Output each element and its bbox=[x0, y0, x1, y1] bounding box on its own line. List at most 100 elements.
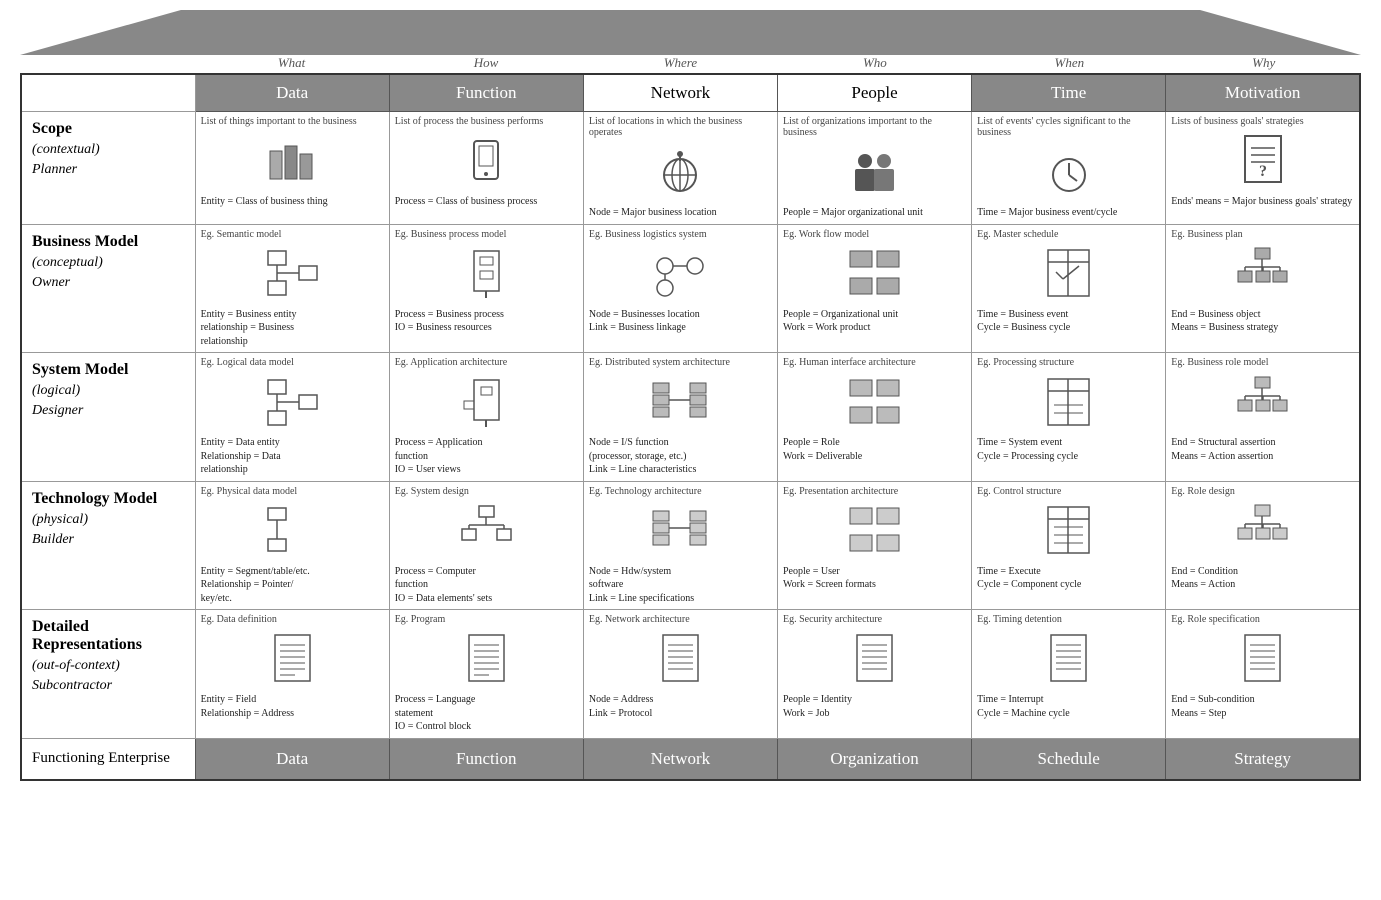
row-3: Technology Model (physical) Builder Eg. … bbox=[21, 481, 1360, 610]
eg-label-r2-c4: Eg. Processing structure bbox=[977, 357, 1160, 368]
eg-label-r3-c5: Eg. Role design bbox=[1171, 486, 1354, 497]
icon-area-r0-c2 bbox=[589, 142, 772, 202]
roof bbox=[20, 10, 1361, 55]
col-header-time: Time bbox=[972, 74, 1166, 112]
col-label-where: Where bbox=[583, 55, 777, 73]
desc-text-r0-c3: People = Major organizational unit bbox=[783, 206, 966, 220]
bottom-cell-2: Network bbox=[583, 738, 777, 780]
col-label-when: When bbox=[972, 55, 1166, 73]
icon-area-r2-c0 bbox=[201, 372, 384, 432]
cell-r0-c5: Lists of business goals' strategies ? En… bbox=[1166, 112, 1360, 225]
cell-r0-c4: List of events' cycles significant to th… bbox=[972, 112, 1166, 225]
eg-label-r1-c4: Eg. Master schedule bbox=[977, 229, 1160, 240]
eg-label-r0-c3: List of organizations important to the b… bbox=[783, 116, 966, 138]
desc-text-r4-c4: Time = InterruptCycle = Machine cycle bbox=[977, 693, 1160, 720]
eg-label-r2-c2: Eg. Distributed system architecture bbox=[589, 357, 772, 368]
row-2: System Model (logical) Designer Eg. Logi… bbox=[21, 353, 1360, 482]
col-header-network: Network bbox=[583, 74, 777, 112]
desc-text-r3-c2: Node = Hdw/systemsoftwareLink = Line spe… bbox=[589, 565, 772, 606]
row-label-3: Technology Model (physical) Builder bbox=[21, 481, 195, 610]
desc-text-r2-c0: Entity = Data entityRelationship = Datar… bbox=[201, 436, 384, 477]
row-title-4: Detailed Representations bbox=[32, 618, 185, 654]
row-sub-3: (physical) bbox=[32, 512, 185, 528]
icon-area-r4-c4 bbox=[977, 629, 1160, 689]
col-header-motivation: Motivation bbox=[1166, 74, 1360, 112]
col-label-how: How bbox=[389, 55, 583, 73]
cell-r2-c3: Eg. Human interface architecture People … bbox=[777, 353, 971, 482]
bottom-cell-3: Organization bbox=[777, 738, 971, 780]
cell-r0-c1: List of process the business performs Pr… bbox=[389, 112, 583, 225]
icon-area-r3-c1 bbox=[395, 501, 578, 561]
cell-r1-c4: Eg. Master schedule Time = Business even… bbox=[972, 224, 1166, 353]
icon-area-r4-c2 bbox=[589, 629, 772, 689]
icon-area-r4-c1 bbox=[395, 629, 578, 689]
cell-r3-c0: Eg. Physical data model Entity = Segment… bbox=[195, 481, 389, 610]
icon-area-r0-c5: ? bbox=[1171, 131, 1354, 191]
icon-area-r3-c5 bbox=[1171, 501, 1354, 561]
row-title-3: Technology Model bbox=[32, 490, 185, 508]
col-header-data: Data bbox=[195, 74, 389, 112]
icon-area-r3-c2 bbox=[589, 501, 772, 561]
row-4: Detailed Representations (out-of-context… bbox=[21, 610, 1360, 739]
desc-text-r2-c4: Time = System eventCycle = Processing cy… bbox=[977, 436, 1160, 463]
eg-label-r1-c2: Eg. Business logistics system bbox=[589, 229, 772, 240]
cell-r1-c3: Eg. Work flow model People = Organizatio… bbox=[777, 224, 971, 353]
row-title-1: Business Model bbox=[32, 233, 185, 251]
desc-text-r2-c2: Node = I/S function(processor, storage, … bbox=[589, 436, 772, 477]
icon-area-r2-c3 bbox=[783, 372, 966, 432]
eg-label-r4-c4: Eg. Timing detention bbox=[977, 614, 1160, 625]
row-label-4: Detailed Representations (out-of-context… bbox=[21, 610, 195, 739]
icon-area-r4-c5 bbox=[1171, 629, 1354, 689]
desc-text-r0-c1: Process = Class of business process bbox=[395, 195, 578, 209]
col-label-who: Who bbox=[778, 55, 972, 73]
eg-label-r2-c0: Eg. Logical data model bbox=[201, 357, 384, 368]
icon-area-r1-c5 bbox=[1171, 244, 1354, 304]
icon-area-r0-c1 bbox=[395, 131, 578, 191]
eg-label-r0-c1: List of process the business performs bbox=[395, 116, 578, 127]
eg-label-r2-c1: Eg. Application architecture bbox=[395, 357, 578, 368]
col-header-people: People bbox=[777, 74, 971, 112]
cell-r2-c4: Eg. Processing structure Time = System e… bbox=[972, 353, 1166, 482]
icon-area-r1-c3 bbox=[783, 244, 966, 304]
eg-label-r0-c5: Lists of business goals' strategies bbox=[1171, 116, 1354, 127]
row-role-4: Subcontractor bbox=[32, 678, 185, 694]
column-labels-row: What How Where Who When Why bbox=[194, 55, 1361, 73]
header-row: Data Function Network People Time Motiva… bbox=[21, 74, 1360, 112]
eg-label-r3-c0: Eg. Physical data model bbox=[201, 486, 384, 497]
bottom-row-label: Functioning Enterprise bbox=[21, 738, 195, 780]
col-header-function: Function bbox=[389, 74, 583, 112]
cell-r1-c5: Eg. Business plan End = Business objectM… bbox=[1166, 224, 1360, 353]
eg-label-r3-c2: Eg. Technology architecture bbox=[589, 486, 772, 497]
icon-area-r1-c0 bbox=[201, 244, 384, 304]
main-table: Data Function Network People Time Motiva… bbox=[20, 73, 1361, 781]
eg-label-r0-c2: List of locations in which the business … bbox=[589, 116, 772, 138]
bottom-cell-4: Schedule bbox=[972, 738, 1166, 780]
eg-label-r3-c3: Eg. Presentation architecture bbox=[783, 486, 966, 497]
cell-r3-c5: Eg. Role design End = ConditionMeans = A… bbox=[1166, 481, 1360, 610]
outer-wrapper: What How Where Who When Why Data Functio… bbox=[0, 0, 1381, 791]
eg-label-r4-c5: Eg. Role specification bbox=[1171, 614, 1354, 625]
desc-text-r1-c4: Time = Business eventCycle = Business cy… bbox=[977, 308, 1160, 335]
cell-r1-c1: Eg. Business process model Process = Bus… bbox=[389, 224, 583, 353]
eg-label-r1-c0: Eg. Semantic model bbox=[201, 229, 384, 240]
icon-area-r4-c0 bbox=[201, 629, 384, 689]
eg-label-r4-c2: Eg. Network architecture bbox=[589, 614, 772, 625]
desc-text-r1-c1: Process = Business processIO = Business … bbox=[395, 308, 578, 335]
cell-r3-c1: Eg. System design Process = Computerfunc… bbox=[389, 481, 583, 610]
desc-text-r4-c3: People = IdentityWork = Job bbox=[783, 693, 966, 720]
icon-area-r0-c3 bbox=[783, 142, 966, 202]
eg-label-r0-c4: List of events' cycles significant to th… bbox=[977, 116, 1160, 138]
col-label-what: What bbox=[194, 55, 388, 73]
desc-text-r2-c3: People = RoleWork = Deliverable bbox=[783, 436, 966, 463]
desc-text-r0-c0: Entity = Class of business thing bbox=[201, 195, 384, 209]
icon-area-r2-c2 bbox=[589, 372, 772, 432]
row-sub-1: (conceptual) bbox=[32, 255, 185, 271]
row-0: Scope (contextual) Planner List of thing… bbox=[21, 112, 1360, 225]
row-sub-4: (out-of-context) bbox=[32, 658, 185, 674]
desc-text-r3-c1: Process = ComputerfunctionIO = Data elem… bbox=[395, 565, 578, 606]
eg-label-r2-c5: Eg. Business role model bbox=[1171, 357, 1354, 368]
row-sub-2: (logical) bbox=[32, 383, 185, 399]
icon-area-r2-c5 bbox=[1171, 372, 1354, 432]
icon-area-r0-c0 bbox=[201, 131, 384, 191]
desc-text-r1-c3: People = Organizational unitWork = Work … bbox=[783, 308, 966, 335]
